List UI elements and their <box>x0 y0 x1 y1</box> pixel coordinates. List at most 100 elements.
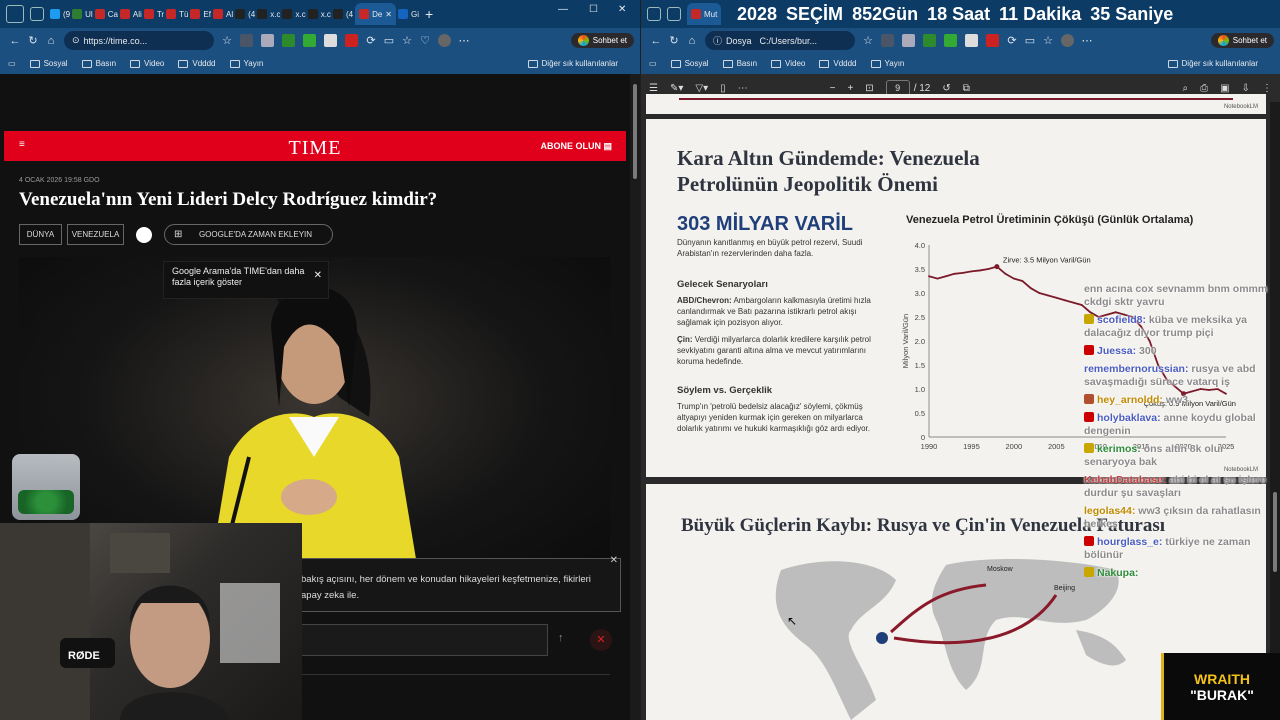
bookmark-yayin[interactable]: Yayın <box>229 59 263 68</box>
bookmark-sosyal[interactable]: Sosyal <box>670 59 709 68</box>
print-icon[interactable]: ⎙ <box>1200 83 1208 94</box>
reload-icon[interactable]: ↻ <box>24 34 42 47</box>
profile-icon[interactable] <box>6 5 24 23</box>
bookmark-other[interactable]: Diğer sık kullanılanlar <box>1167 59 1258 68</box>
subscribe-button[interactable]: ABONE OLUN ▤ <box>540 141 612 152</box>
bookmark-sosyal[interactable]: Sosyal <box>29 59 68 68</box>
copilot-button[interactable]: Sohbet et <box>570 33 634 48</box>
tab-12[interactable]: (4 <box>332 3 353 25</box>
tab-14[interactable]: Gi <box>398 3 419 25</box>
tab-8[interactable]: (4 <box>235 3 255 25</box>
close-window-button[interactable]: ✕ <box>618 4 626 15</box>
star-icon[interactable]: ☆ <box>218 34 236 47</box>
back-icon[interactable]: ← <box>6 35 24 47</box>
extension-icon[interactable] <box>986 34 999 47</box>
extension-icon[interactable] <box>965 34 978 47</box>
bookmark-video[interactable]: Video <box>130 59 164 68</box>
reload-icon[interactable]: ↻ <box>665 34 683 47</box>
tab-1[interactable]: Ul <box>72 3 93 25</box>
extension-icon[interactable] <box>881 34 894 47</box>
toggle-dot[interactable] <box>136 227 152 243</box>
extension-icon[interactable] <box>324 34 337 47</box>
scroll-thumb[interactable] <box>633 84 637 179</box>
rotate-icon[interactable]: ↺ <box>942 83 950 94</box>
tab-13[interactable]: De ✕ <box>355 3 396 25</box>
ai-input[interactable] <box>300 624 548 656</box>
tab-0[interactable]: (9 <box>50 3 70 25</box>
url-input[interactable]: ⊙ https://time.co... <box>64 31 214 50</box>
two-page-icon[interactable]: ⧉ <box>963 83 970 94</box>
send-icon[interactable]: ↑ <box>558 632 564 644</box>
home-icon[interactable]: ⌂ <box>42 35 60 47</box>
copilot-button[interactable]: Sohbet et <box>1210 33 1274 48</box>
tag-dunya[interactable]: DÜNYA <box>19 224 62 245</box>
tab-actions-icon[interactable] <box>667 7 681 21</box>
stop-button[interactable]: ✕ <box>590 629 612 651</box>
contents-icon[interactable]: ☰ <box>649 83 658 94</box>
tab-6[interactable]: Ef <box>190 3 211 25</box>
tab-4[interactable]: Tr <box>143 3 164 25</box>
highlight-icon[interactable]: ✎▾ <box>670 83 683 94</box>
close-tab-icon[interactable]: ✕ <box>385 10 392 19</box>
zoom-in-icon[interactable]: + <box>847 83 853 94</box>
avatar[interactable] <box>438 34 451 47</box>
favorites-icon[interactable]: ☆ <box>398 34 416 47</box>
extensions-icon[interactable]: ⟳ <box>362 34 380 47</box>
minimize-button[interactable]: — <box>558 4 568 15</box>
tag-venezuela[interactable]: VENEZUELA <box>67 224 124 245</box>
bookmark-menu-icon[interactable]: ▭ <box>8 59 16 68</box>
new-tab-button[interactable]: + <box>425 6 433 22</box>
bookmark-vdddd[interactable]: Vdddd <box>819 59 857 68</box>
google-add-button[interactable]: ⊞ GOOGLE'DA ZAMAN EKLEYIN <box>164 224 333 245</box>
tab-2[interactable]: Ca <box>94 3 118 25</box>
extension-icon[interactable] <box>345 34 358 47</box>
more-icon[interactable]: ⋮ <box>1262 83 1272 94</box>
favorites-icon[interactable]: ☆ <box>1039 34 1057 47</box>
profile-icon[interactable] <box>647 7 661 21</box>
bookmark-video[interactable]: Video <box>771 59 805 68</box>
tab-pdf[interactable]: Mut <box>687 3 722 25</box>
search-icon[interactable]: ⌕ <box>1183 83 1189 94</box>
more-icon[interactable]: ⋯ <box>738 83 748 94</box>
tab-5[interactable]: Tü <box>166 3 188 25</box>
save-as-icon[interactable]: ⇩ <box>1242 83 1250 94</box>
more-icon[interactable]: ⋯ <box>1078 34 1096 47</box>
fit-page-icon[interactable]: ⊡ <box>865 83 873 94</box>
url-input[interactable]: ⓘ Dosya C:/Users/bur... <box>705 31 855 50</box>
extension-icon[interactable] <box>240 34 253 47</box>
split-screen-icon[interactable]: ▭ <box>1021 34 1039 47</box>
close-icon[interactable]: ✕ <box>314 270 322 281</box>
split-screen-icon[interactable]: ▭ <box>380 34 398 47</box>
time-logo[interactable]: TIME <box>4 137 626 160</box>
extension-icon[interactable] <box>282 34 295 47</box>
bookmark-vdddd[interactable]: Vdddd <box>178 59 216 68</box>
scrollbar-left[interactable] <box>630 74 640 720</box>
back-icon[interactable]: ← <box>647 35 665 47</box>
star-icon[interactable]: ☆ <box>859 34 877 47</box>
bookmark-other[interactable]: Diğer sık kullanılanlar <box>527 59 618 68</box>
extension-icon[interactable] <box>303 34 316 47</box>
home-icon[interactable]: ⌂ <box>683 35 701 47</box>
extension-icon[interactable] <box>923 34 936 47</box>
extension-icon[interactable] <box>902 34 915 47</box>
tab-9[interactable]: x.c <box>257 3 280 25</box>
save-icon[interactable]: ▣ <box>1220 83 1229 94</box>
draw-icon[interactable]: ▽▾ <box>695 83 708 94</box>
extension-icon[interactable] <box>261 34 274 47</box>
tab-7[interactable]: Al <box>212 3 233 25</box>
tab-11[interactable]: x.c <box>307 3 331 25</box>
tab-3[interactable]: Ali <box>119 3 142 25</box>
bookmark-yayin[interactable]: Yayın <box>870 59 904 68</box>
extension-icon[interactable] <box>944 34 957 47</box>
bookmark-basin[interactable]: Basın <box>81 59 116 68</box>
tab-10[interactable]: x.c <box>282 3 306 25</box>
maximize-button[interactable]: ☐ <box>589 4 598 15</box>
close-icon[interactable]: ✕ <box>610 553 618 569</box>
zoom-out-icon[interactable]: − <box>830 83 836 94</box>
extensions-icon[interactable]: ⟳ <box>1003 34 1021 47</box>
tab-actions-icon[interactable] <box>30 7 44 21</box>
page-view-icon[interactable]: ▯ <box>720 83 726 94</box>
more-icon[interactable]: ⋯ <box>455 34 473 47</box>
bookmark-basin[interactable]: Basın <box>722 59 757 68</box>
collections-icon[interactable]: ♡ <box>416 34 434 47</box>
